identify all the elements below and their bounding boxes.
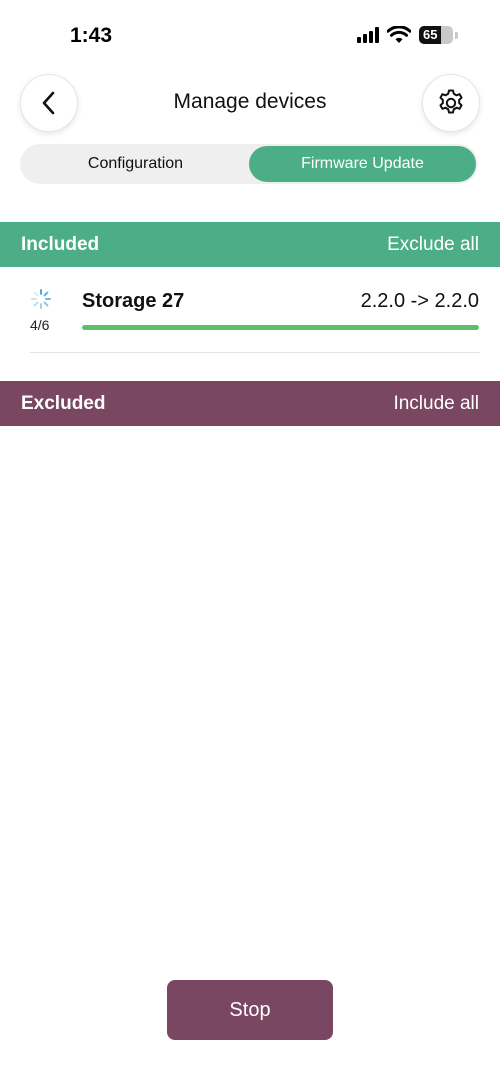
device-name: Storage 27 (82, 290, 185, 312)
excluded-section-header: Excluded Include all (0, 381, 500, 426)
wifi-icon (387, 26, 411, 43)
tab-configuration[interactable]: Configuration (22, 146, 249, 182)
signal-icon (357, 27, 379, 43)
tab-firmware-update[interactable]: Firmware Update (249, 146, 476, 182)
exclude-all-button[interactable]: Exclude all (387, 234, 479, 256)
battery-level: 65 (423, 27, 438, 42)
battery-icon: 65 (419, 26, 453, 44)
gear-icon (439, 89, 463, 114)
status-time: 1:43 (70, 24, 113, 47)
progress-fill (82, 325, 479, 330)
stop-button[interactable]: Stop (167, 980, 333, 1040)
status-bar: 1:43 65 (0, 0, 500, 70)
include-all-button[interactable]: Include all (393, 393, 479, 415)
row-divider (30, 352, 480, 353)
included-section-header: Included Exclude all (0, 222, 500, 267)
device-row[interactable]: Storage 27 2.2.0 -> 2.2.0 (0, 270, 500, 354)
device-version: 2.2.0 -> 2.2.0 (360, 290, 479, 312)
progress-track (82, 325, 479, 330)
loading-spinner-icon (31, 289, 51, 309)
screen: 1:43 65 Manage devices Configuration Fir… (0, 0, 500, 1084)
step-counter: 4/6 (30, 317, 50, 333)
excluded-title: Excluded (21, 392, 106, 414)
header: Manage devices (0, 74, 500, 134)
segmented-control: Configuration Firmware Update (20, 144, 478, 184)
status-icons: 65 (357, 26, 458, 44)
included-title: Included (21, 233, 100, 255)
battery-nub (455, 31, 458, 39)
settings-button[interactable] (422, 74, 480, 132)
